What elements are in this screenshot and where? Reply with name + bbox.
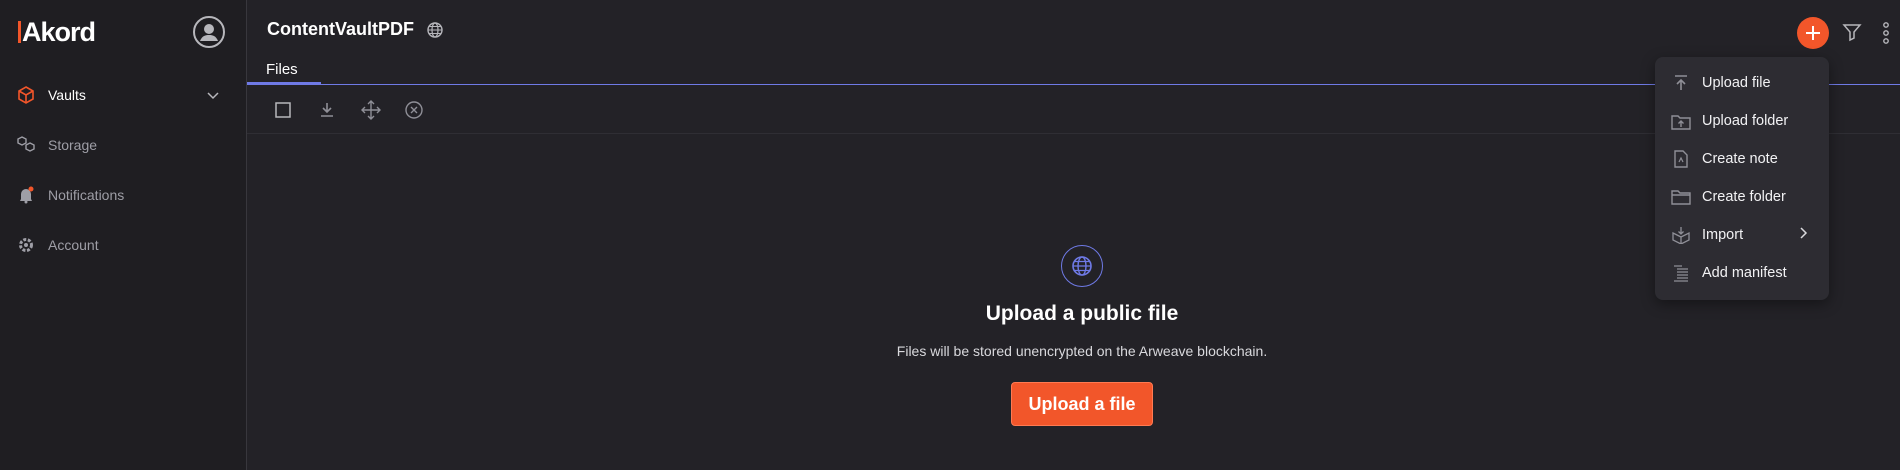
add-button[interactable]	[1797, 17, 1829, 49]
select-all-checkbox-icon[interactable]	[273, 100, 293, 120]
globe-icon	[1061, 245, 1103, 287]
cube-icon	[16, 85, 36, 105]
user-avatar-icon[interactable]	[193, 16, 225, 48]
plus-icon	[1806, 26, 1820, 40]
sidebar-item-label: Notifications	[48, 187, 125, 203]
sidebar-item-account[interactable]: Account	[0, 230, 246, 260]
menu-item-create-folder[interactable]: Create folder	[1655, 178, 1829, 216]
files-toolbar	[247, 86, 1900, 134]
sidebar-item-vaults[interactable]: Vaults	[0, 80, 246, 110]
move-icon[interactable]	[361, 100, 381, 120]
more-vertical-icon[interactable]	[1882, 21, 1890, 50]
menu-item-create-note[interactable]: Create note	[1655, 140, 1829, 178]
sidebar-item-label: Storage	[48, 137, 98, 153]
sidebar-item-storage[interactable]: Storage	[0, 130, 246, 160]
note-icon	[1671, 149, 1691, 169]
menu-item-import[interactable]: Import	[1655, 216, 1829, 254]
chevron-down-icon[interactable]	[206, 88, 220, 107]
filter-icon[interactable]	[1842, 22, 1862, 47]
folder-icon	[1671, 187, 1691, 207]
sidebar-item-notifications[interactable]: Notifications	[0, 180, 246, 210]
upload-file-button[interactable]: Upload a file	[1011, 382, 1153, 426]
sidebar: Akord Vaults Storage Notifications Accou…	[0, 0, 247, 470]
empty-state-description: Files will be stored unencrypted on the …	[896, 343, 1268, 359]
upload-folder-icon	[1671, 111, 1691, 131]
menu-item-add-manifest[interactable]: Add manifest	[1655, 254, 1829, 292]
upload-file-icon	[1671, 73, 1691, 93]
menu-item-upload-folder[interactable]: Upload folder	[1655, 102, 1829, 140]
download-icon[interactable]	[317, 100, 337, 120]
menu-item-upload-file[interactable]: Upload file	[1655, 64, 1829, 102]
sidebar-item-label: Vaults	[48, 87, 86, 103]
page-title: ContentVaultPDF	[267, 19, 414, 39]
manifest-icon	[1671, 263, 1691, 283]
bell-icon	[16, 185, 36, 205]
storage-icon	[16, 135, 36, 155]
sidebar-item-label: Account	[48, 237, 99, 253]
import-icon	[1671, 225, 1691, 245]
add-menu: Upload file Upload folder Create note Cr…	[1655, 57, 1829, 300]
gear-icon	[16, 235, 36, 255]
tab-divider	[247, 84, 1900, 85]
chevron-right-icon	[1797, 226, 1809, 245]
empty-state-title: Upload a public file	[985, 302, 1179, 325]
tab-files[interactable]: Files	[247, 58, 321, 85]
globe-icon	[426, 21, 444, 44]
close-circle-icon[interactable]	[404, 100, 424, 120]
akord-logo[interactable]: Akord	[18, 17, 96, 48]
